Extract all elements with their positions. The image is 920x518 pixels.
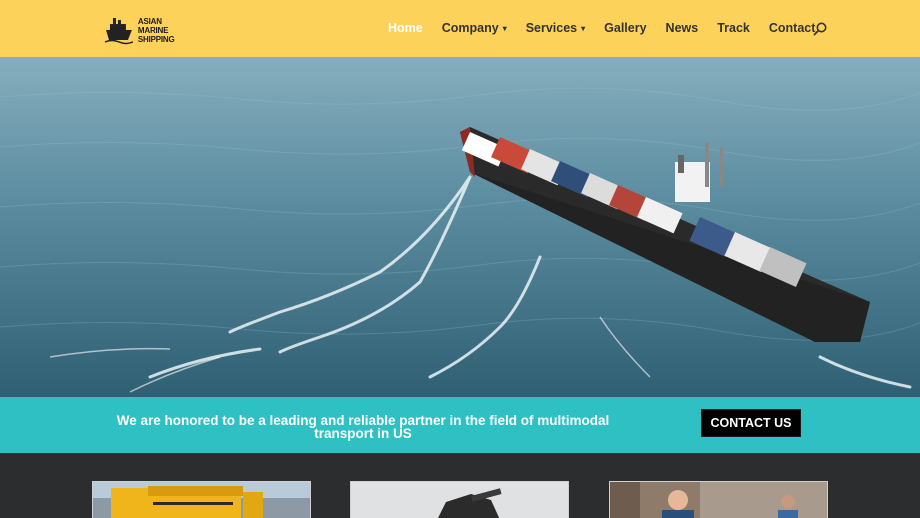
main-nav: Home Company ▾ Services ▾ Gallery News T… bbox=[388, 21, 834, 35]
cta-text: We are honored to be a leading and relia… bbox=[116, 413, 610, 441]
nav-item-gallery[interactable]: Gallery bbox=[604, 21, 646, 35]
nav-label: Gallery bbox=[604, 21, 647, 35]
truck-image bbox=[93, 482, 310, 518]
excavator-image bbox=[351, 482, 568, 518]
nav-item-services[interactable]: Services ▾ bbox=[526, 21, 585, 35]
ship-icon bbox=[104, 18, 134, 45]
hero-banner bbox=[0, 57, 920, 397]
warehouse-image bbox=[610, 482, 827, 518]
contact-us-button[interactable]: CONTACT US bbox=[701, 409, 801, 437]
nav-label: Contact bbox=[768, 21, 816, 35]
nav-label: Home bbox=[388, 21, 423, 35]
services-section bbox=[0, 453, 920, 518]
site-logo[interactable]: ASIAN MARINE SHIPPING bbox=[104, 14, 194, 46]
nav-label: News bbox=[665, 21, 699, 35]
nav-label: Services bbox=[525, 21, 578, 35]
logo-line1: ASIAN MARINE bbox=[137, 16, 169, 35]
nav-item-news[interactable]: News bbox=[666, 21, 699, 35]
cta-strip: We are honored to be a leading and relia… bbox=[0, 397, 920, 453]
nav-item-company[interactable]: Company ▾ bbox=[442, 21, 507, 35]
nav-label: Company bbox=[441, 21, 499, 35]
nav-item-home[interactable]: Home bbox=[388, 21, 423, 35]
logo-text: ASIAN MARINE SHIPPING bbox=[138, 17, 194, 44]
nav-label: Track bbox=[717, 21, 750, 35]
site-header: ASIAN MARINE SHIPPING Home Company ▾ Ser… bbox=[0, 0, 920, 57]
nav-item-track[interactable]: Track bbox=[717, 21, 750, 35]
logo-line2: SHIPPING bbox=[137, 34, 175, 44]
service-card-excavator[interactable] bbox=[350, 481, 569, 518]
service-card-warehouse[interactable] bbox=[609, 481, 828, 518]
nav-item-contact[interactable]: Contact bbox=[769, 21, 816, 35]
chevron-down-icon: ▾ bbox=[581, 23, 586, 33]
chevron-down-icon: ▾ bbox=[502, 23, 507, 33]
search-icon[interactable] bbox=[813, 22, 827, 36]
hero-image bbox=[0, 57, 920, 397]
service-card-truck[interactable] bbox=[92, 481, 311, 518]
